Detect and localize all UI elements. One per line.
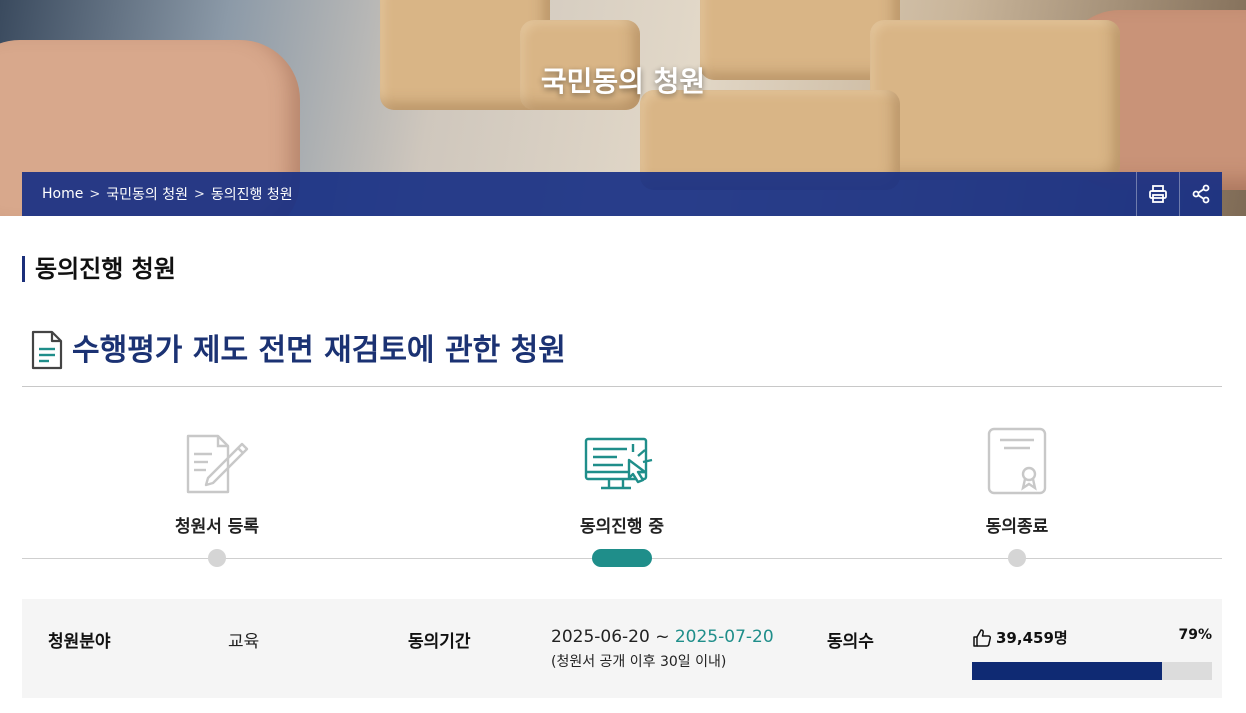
votes-progress-fill bbox=[972, 662, 1162, 680]
share-button[interactable] bbox=[1179, 172, 1222, 216]
field-value: 교육 bbox=[228, 632, 260, 652]
votes-progress-track bbox=[972, 662, 1212, 680]
step-registered: 청원서 등록 bbox=[117, 400, 317, 537]
thumbs-up-icon bbox=[973, 628, 992, 647]
step-closed: 동의종료 bbox=[917, 400, 1117, 537]
breadcrumb-bar: Home > 국민동의 청원 > 동의진행 청원 bbox=[22, 172, 1222, 216]
document-icon bbox=[31, 330, 63, 370]
period-separator: ~ bbox=[649, 627, 675, 647]
hero-banner: 국민동의 청원 Home > 국민동의 청원 > 동의진행 청원 bbox=[0, 0, 1246, 216]
section-title: 동의진행 청원 bbox=[22, 256, 176, 282]
period-end: 2025-07-20 bbox=[674, 627, 774, 647]
period-label: 동의기간 bbox=[408, 632, 471, 652]
monitor-click-icon bbox=[584, 437, 653, 490]
field-label: 청원분야 bbox=[48, 632, 111, 652]
hero-puzzle-4 bbox=[870, 20, 1120, 180]
breadcrumb-separator: > bbox=[193, 186, 205, 202]
votes-label: 동의수 bbox=[827, 632, 874, 652]
petition-info: 청원분야 교육 동의기간 2025-06-20 ~ 2025-07-20 (청원… bbox=[22, 599, 1222, 698]
step-dot-active bbox=[592, 549, 652, 567]
step-dot-closed bbox=[1008, 549, 1026, 567]
printer-icon bbox=[1149, 185, 1167, 203]
breadcrumb-current[interactable]: 동의진행 청원 bbox=[211, 184, 293, 204]
step-label: 동의종료 bbox=[985, 517, 1049, 537]
period-value: 2025-06-20 ~ 2025-07-20 bbox=[551, 627, 774, 647]
breadcrumb-petition[interactable]: 국민동의 청원 bbox=[106, 184, 188, 204]
step-label: 청원서 등록 bbox=[174, 517, 260, 537]
step-label: 동의진행 중 bbox=[579, 517, 665, 537]
petition-header: 수행평가 제도 전면 재검토에 관한 청원 bbox=[22, 326, 1222, 387]
share-icon bbox=[1192, 184, 1210, 204]
form-pen-icon bbox=[186, 434, 249, 494]
breadcrumb: Home > 국민동의 청원 > 동의진행 청원 bbox=[22, 184, 1136, 204]
votes-count: 39,459명 bbox=[996, 629, 1068, 647]
step-in-progress: 동의진행 중 bbox=[522, 400, 722, 537]
votes-percent: 79% bbox=[1178, 627, 1212, 643]
period-note: (청원서 공개 이후 30일 이내) bbox=[551, 654, 727, 670]
step-dot-registered bbox=[208, 549, 226, 567]
progress-steps: 청원서 등록 동의진행 중 동의종료 bbox=[22, 400, 1222, 580]
certificate-icon bbox=[987, 427, 1047, 495]
print-button[interactable] bbox=[1136, 172, 1179, 216]
petition-title: 수행평가 제도 전면 재검토에 관한 청원 bbox=[72, 333, 566, 368]
period-start: 2025-06-20 bbox=[551, 627, 650, 647]
votes-count-row: 39,459명 bbox=[972, 627, 1068, 648]
hero-title: 국민동의 청원 bbox=[540, 65, 706, 98]
breadcrumb-home[interactable]: Home bbox=[42, 186, 83, 202]
breadcrumb-separator: > bbox=[89, 186, 101, 202]
